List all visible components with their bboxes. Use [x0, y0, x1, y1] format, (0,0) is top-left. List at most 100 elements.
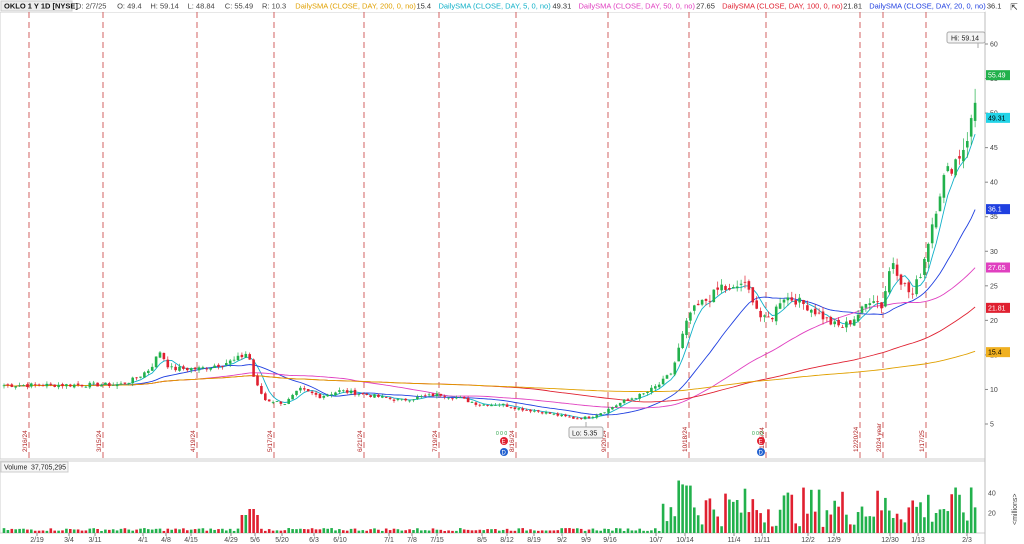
candle-body[interactable]	[361, 393, 365, 394]
candle-body[interactable]	[404, 398, 407, 401]
candle-body[interactable]	[876, 301, 879, 303]
candle-body[interactable]	[400, 398, 404, 400]
candle-body[interactable]	[154, 356, 158, 368]
candle-body[interactable]	[603, 412, 606, 414]
candle-body[interactable]	[205, 368, 209, 370]
candle-body[interactable]	[416, 396, 419, 400]
candle-body[interactable]	[954, 159, 957, 176]
candle-body[interactable]	[665, 375, 669, 379]
candle-body[interactable]	[747, 281, 751, 290]
candle-body[interactable]	[490, 404, 493, 407]
candle-body[interactable]	[564, 414, 567, 417]
candle-body[interactable]	[509, 406, 513, 408]
candle-body[interactable]	[622, 399, 626, 403]
candle-body[interactable]	[611, 407, 614, 410]
candle-body[interactable]	[209, 367, 212, 370]
candle-body[interactable]	[618, 402, 622, 406]
candle-body[interactable]	[232, 359, 236, 361]
candle-body[interactable]	[568, 416, 571, 418]
candle-body[interactable]	[525, 409, 528, 411]
candle-body[interactable]	[431, 393, 435, 397]
candle-body[interactable]	[786, 297, 790, 301]
candle-body[interactable]	[681, 333, 684, 348]
candle-body[interactable]	[576, 418, 579, 420]
candle-body[interactable]	[80, 384, 84, 387]
candle-body[interactable]	[396, 399, 400, 401]
candle-body[interactable]	[72, 384, 76, 388]
candle-body[interactable]	[880, 302, 883, 309]
candle-body[interactable]	[973, 102, 977, 121]
candle-body[interactable]	[225, 363, 228, 366]
candle-body[interactable]	[18, 385, 21, 387]
candle-body[interactable]	[888, 271, 891, 293]
candle-body[interactable]	[345, 390, 349, 393]
candle-body[interactable]	[334, 392, 337, 396]
candle-body[interactable]	[279, 401, 283, 404]
candle-body[interactable]	[162, 352, 166, 360]
candle-body[interactable]	[252, 359, 255, 377]
candle-body[interactable]	[474, 402, 478, 405]
candle-body[interactable]	[392, 399, 396, 401]
candle-body[interactable]	[821, 311, 825, 320]
candle-body[interactable]	[182, 366, 185, 369]
candle-body[interactable]	[248, 354, 251, 360]
candle-body[interactable]	[607, 408, 610, 413]
candle-body[interactable]	[794, 300, 797, 305]
candle-body[interactable]	[849, 320, 852, 325]
candle-body[interactable]	[696, 303, 700, 306]
candle-body[interactable]	[560, 414, 563, 417]
candle-body[interactable]	[517, 408, 521, 410]
candle-body[interactable]	[630, 398, 634, 400]
candle-body[interactable]	[654, 386, 657, 389]
candle-body[interactable]	[552, 413, 556, 415]
candle-body[interactable]	[689, 312, 692, 321]
candle-body[interactable]	[108, 383, 111, 387]
candle-body[interactable]	[267, 399, 271, 402]
candle-body[interactable]	[318, 394, 322, 399]
candle-body[interactable]	[657, 384, 661, 388]
candle-body[interactable]	[685, 320, 688, 336]
candle-body[interactable]	[693, 305, 696, 311]
candle-body[interactable]	[466, 397, 470, 403]
candle-body[interactable]	[587, 416, 591, 419]
candle-body[interactable]	[92, 382, 95, 384]
candle-body[interactable]	[540, 412, 544, 414]
candle-body[interactable]	[774, 306, 778, 322]
candle-body[interactable]	[45, 383, 49, 387]
candle-body[interactable]	[30, 383, 33, 387]
candle-body[interactable]	[856, 314, 860, 322]
candle-body[interactable]	[650, 387, 653, 393]
study-label[interactable]: DailySMA (CLOSE, DAY, 200, 0, no)	[295, 2, 416, 11]
candle-body[interactable]	[759, 310, 762, 318]
candle-body[interactable]	[170, 366, 173, 368]
candle-body[interactable]	[872, 301, 875, 303]
candle-body[interactable]	[927, 243, 930, 262]
candle-body[interactable]	[119, 383, 123, 385]
candle-body[interactable]	[969, 118, 973, 137]
candle-body[interactable]	[833, 321, 836, 325]
candle-body[interactable]	[712, 289, 716, 303]
candle-body[interactable]	[615, 405, 618, 408]
candle-body[interactable]	[381, 396, 384, 398]
candle-body[interactable]	[911, 293, 914, 295]
candle-body[interactable]	[271, 402, 275, 403]
candle-body[interactable]	[513, 407, 517, 410]
candle-body[interactable]	[264, 393, 267, 401]
candle-body[interactable]	[938, 196, 942, 212]
candle-body[interactable]	[771, 317, 774, 320]
candle-body[interactable]	[813, 308, 817, 315]
candle-body[interactable]	[494, 405, 497, 406]
candle-body[interactable]	[841, 326, 844, 328]
candle-body[interactable]	[412, 399, 415, 401]
candle-body[interactable]	[306, 389, 310, 392]
candle-body[interactable]	[174, 366, 177, 371]
candle-body[interactable]	[599, 413, 602, 416]
candle-body[interactable]	[790, 297, 794, 301]
candle-body[interactable]	[49, 383, 53, 385]
candle-body[interactable]	[470, 402, 474, 403]
candle-body[interactable]	[228, 360, 232, 364]
candle-body[interactable]	[435, 393, 439, 397]
candle-body[interactable]	[221, 366, 224, 367]
candle-body[interactable]	[365, 393, 368, 395]
candle-body[interactable]	[2, 385, 6, 387]
